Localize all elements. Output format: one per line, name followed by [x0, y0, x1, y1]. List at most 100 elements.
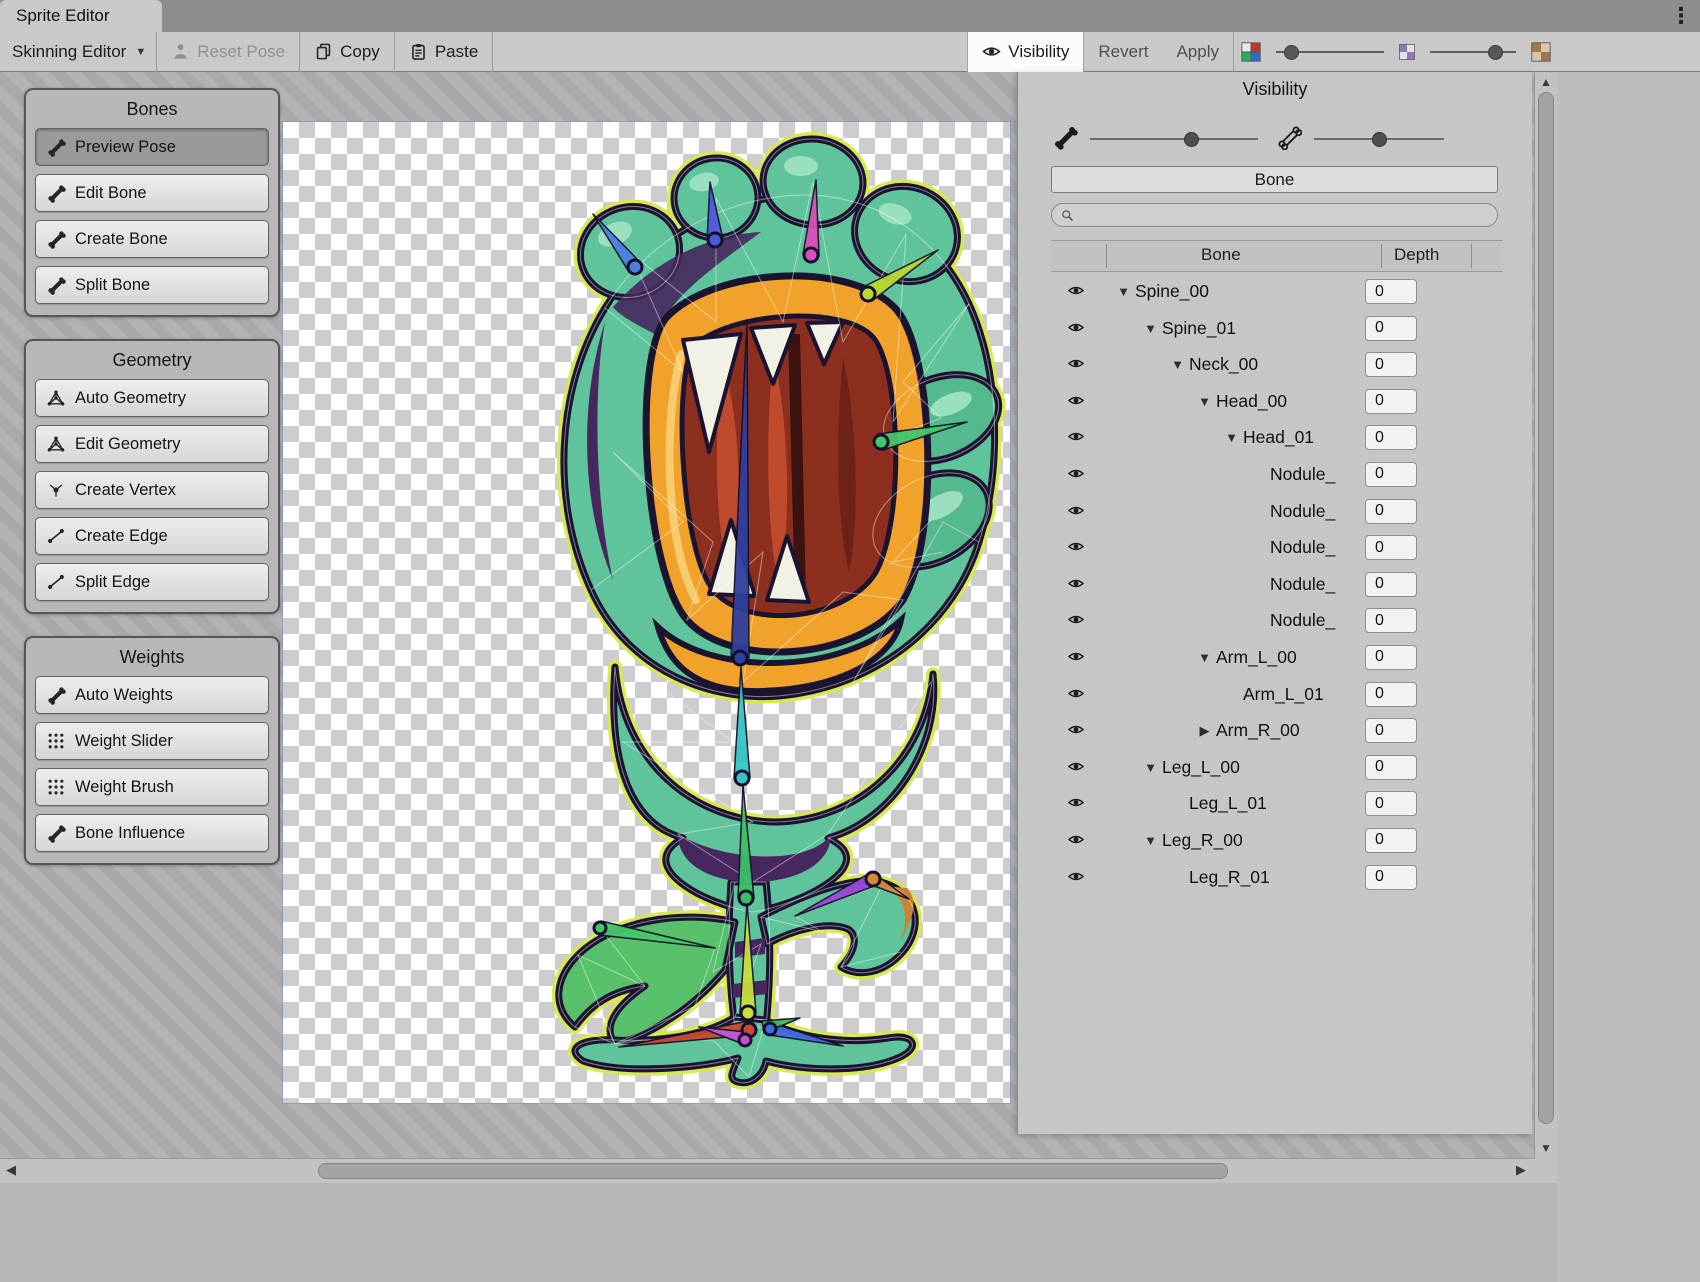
- depth-input[interactable]: 0: [1365, 352, 1417, 377]
- expander-icon[interactable]: [1142, 760, 1159, 775]
- eye-icon[interactable]: [1065, 575, 1091, 594]
- eye-icon[interactable]: [1065, 868, 1091, 887]
- depth-input[interactable]: 0: [1365, 718, 1417, 743]
- depth-input[interactable]: 0: [1365, 865, 1417, 890]
- eye-icon[interactable]: [1065, 282, 1091, 301]
- sprite-canvas[interactable]: [283, 122, 1010, 1103]
- expander-icon[interactable]: [1142, 321, 1159, 336]
- bone-row[interactable]: Neck_00 0: [1051, 347, 1503, 384]
- depth-input[interactable]: 0: [1365, 389, 1417, 414]
- texture-preview-icon[interactable]: [1530, 41, 1552, 63]
- bone-influence-button[interactable]: Bone Influence: [35, 814, 269, 852]
- kebab-menu-icon[interactable]: ⋮: [1670, 2, 1692, 30]
- preview-pose-button[interactable]: Preview Pose: [35, 128, 269, 166]
- bone-row[interactable]: Nodule_ 0: [1051, 603, 1503, 640]
- bone-row[interactable]: Spine_00 0: [1051, 274, 1503, 311]
- bone-row[interactable]: Head_01 0: [1051, 420, 1503, 457]
- depth-input[interactable]: 0: [1365, 645, 1417, 670]
- depth-input[interactable]: 0: [1365, 755, 1417, 780]
- depth-input[interactable]: 0: [1365, 791, 1417, 816]
- bone-row[interactable]: Arm_L_00 0: [1051, 640, 1503, 677]
- skinning-editor-dropdown[interactable]: Skinning Editor ▼: [0, 32, 156, 72]
- bone-row[interactable]: Leg_L_01 0: [1051, 786, 1503, 823]
- expander-icon[interactable]: [1196, 394, 1213, 409]
- visibility-toggle-button[interactable]: Visibility: [967, 32, 1084, 72]
- alpha-checker-icon[interactable]: [1398, 43, 1416, 61]
- eye-icon[interactable]: [1065, 502, 1091, 521]
- depth-input[interactable]: 0: [1365, 425, 1417, 450]
- rgb-channels-icon[interactable]: [1240, 41, 1262, 63]
- depth-input[interactable]: 0: [1365, 462, 1417, 487]
- copy-button[interactable]: Copy: [300, 32, 394, 72]
- weight-brush-button[interactable]: Weight Brush: [35, 768, 269, 806]
- bone-row[interactable]: Nodule_ 0: [1051, 567, 1503, 604]
- bone-row[interactable]: Nodule_ 0: [1051, 530, 1503, 567]
- bone-row[interactable]: Arm_L_01 0: [1051, 677, 1503, 714]
- split-edge-button[interactable]: Split Edge: [35, 563, 269, 601]
- eye-icon[interactable]: [1065, 758, 1091, 777]
- bone-tab-button[interactable]: Bone: [1051, 166, 1498, 193]
- slider-knob[interactable]: [1284, 45, 1299, 60]
- bone-row[interactable]: Nodule_ 0: [1051, 494, 1503, 531]
- slider-knob[interactable]: [1372, 132, 1387, 147]
- depth-input[interactable]: 0: [1365, 535, 1417, 560]
- eye-icon[interactable]: [1065, 611, 1091, 630]
- depth-input[interactable]: 0: [1365, 608, 1417, 633]
- preview-brightness-slider[interactable]: [1276, 32, 1384, 72]
- scroll-down-arrow[interactable]: ▼: [1535, 1141, 1557, 1155]
- depth-input[interactable]: 0: [1365, 279, 1417, 304]
- expander-icon[interactable]: [1115, 284, 1132, 299]
- eye-icon[interactable]: [1065, 428, 1091, 447]
- eye-icon[interactable]: [1065, 794, 1091, 813]
- reset-pose-button[interactable]: Reset Pose: [157, 32, 299, 72]
- eye-icon[interactable]: [1065, 465, 1091, 484]
- scroll-right-arrow[interactable]: ▶: [1516, 1162, 1526, 1178]
- expander-icon[interactable]: [1196, 650, 1213, 665]
- eye-icon[interactable]: [1065, 392, 1091, 411]
- eye-icon[interactable]: [1065, 831, 1091, 850]
- eye-icon[interactable]: [1065, 648, 1091, 667]
- vertical-scroll-thumb[interactable]: [1538, 92, 1554, 1124]
- scroll-left-arrow[interactable]: ◀: [6, 1162, 16, 1178]
- eye-icon[interactable]: [1065, 355, 1091, 374]
- create-vertex-button[interactable]: Create Vertex: [35, 471, 269, 509]
- slider-knob[interactable]: [1488, 45, 1503, 60]
- bone-row[interactable]: Leg_L_00 0: [1051, 750, 1503, 787]
- eye-icon[interactable]: [1065, 538, 1091, 557]
- apply-button[interactable]: Apply: [1162, 32, 1233, 72]
- paste-button[interactable]: Paste: [395, 32, 492, 72]
- bone-row[interactable]: Head_00 0: [1051, 384, 1503, 421]
- horizontal-scroll-thumb[interactable]: [318, 1163, 1228, 1179]
- auto-weights-button[interactable]: Auto Weights: [35, 676, 269, 714]
- depth-input[interactable]: 0: [1365, 682, 1417, 707]
- bone-row[interactable]: Leg_R_00 0: [1051, 823, 1503, 860]
- bone-row[interactable]: Nodule_ 0: [1051, 457, 1503, 494]
- preview-alpha-slider[interactable]: [1430, 32, 1516, 72]
- eye-icon[interactable]: [1065, 319, 1091, 338]
- bone-row[interactable]: Leg_R_01 0: [1051, 860, 1503, 897]
- auto-geometry-button[interactable]: Auto Geometry: [35, 379, 269, 417]
- weight-slider-button[interactable]: Weight Slider: [35, 722, 269, 760]
- create-edge-button[interactable]: Create Edge: [35, 517, 269, 555]
- scroll-up-arrow[interactable]: ▲: [1535, 75, 1557, 89]
- depth-input[interactable]: 0: [1365, 316, 1417, 341]
- expander-icon[interactable]: [1142, 833, 1159, 848]
- vertical-scrollbar[interactable]: ▲ ▼: [1534, 72, 1557, 1158]
- bone-row[interactable]: Spine_01 0: [1051, 311, 1503, 348]
- horizontal-scrollbar[interactable]: ◀ ▶: [0, 1158, 1534, 1183]
- edit-bone-button[interactable]: Edit Bone: [35, 174, 269, 212]
- expander-icon[interactable]: [1196, 723, 1213, 739]
- eye-icon[interactable]: [1065, 721, 1091, 740]
- edit-geometry-button[interactable]: Edit Geometry: [35, 425, 269, 463]
- expander-icon[interactable]: [1169, 357, 1186, 372]
- depth-input[interactable]: 0: [1365, 499, 1417, 524]
- depth-input[interactable]: 0: [1365, 572, 1417, 597]
- create-bone-button[interactable]: Create Bone: [35, 220, 269, 258]
- tab-sprite-editor[interactable]: Sprite Editor: [0, 0, 162, 32]
- revert-button[interactable]: Revert: [1084, 32, 1162, 72]
- slider-knob[interactable]: [1184, 132, 1199, 147]
- bone-opacity-slider[interactable]: [1090, 138, 1258, 140]
- split-bone-button[interactable]: Split Bone: [35, 266, 269, 304]
- bone-row[interactable]: Arm_R_00 0: [1051, 713, 1503, 750]
- depth-input[interactable]: 0: [1365, 828, 1417, 853]
